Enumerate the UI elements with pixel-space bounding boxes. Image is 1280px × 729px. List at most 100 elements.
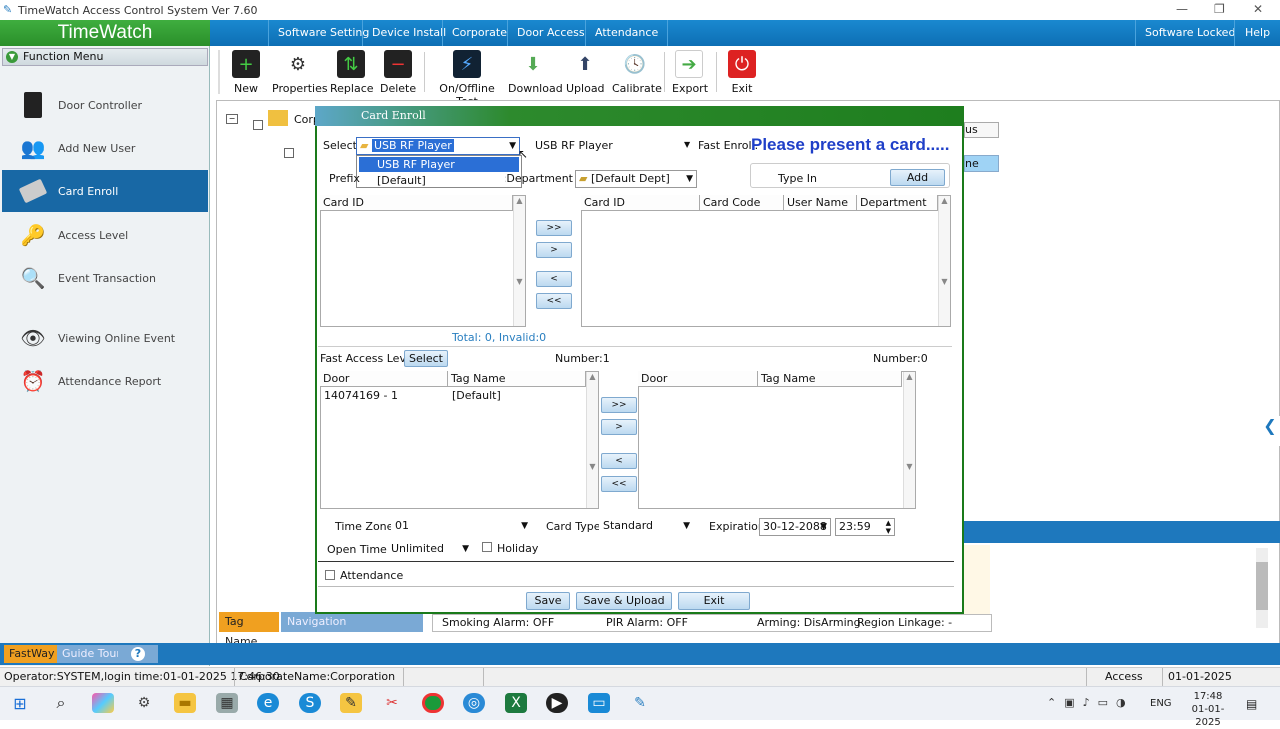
chevron-down-icon[interactable]: ▼ — [686, 171, 693, 187]
right-table-scrollbar[interactable]: ▲ ▼ — [938, 196, 950, 326]
settings-icon[interactable]: ⚙ — [133, 693, 155, 713]
app-icon[interactable]: ◎ — [463, 693, 485, 713]
expiration-date-picker[interactable]: 30-12-2088 ▼ — [759, 518, 831, 536]
exit-button[interactable]: Exit — [678, 592, 750, 610]
dropdown-option[interactable]: USB RF Player — [359, 157, 519, 172]
save-upload-button[interactable]: Save & Upload — [576, 592, 672, 610]
notes-icon[interactable]: ✎ — [340, 693, 362, 713]
calculator-icon[interactable]: ▦ — [216, 693, 238, 713]
language-indicator[interactable]: ENG — [1150, 698, 1172, 709]
nav-event-transaction[interactable]: 🔍 Event Transaction — [2, 257, 208, 299]
nav-attendance-report[interactable]: ⏰ Attendance Report — [2, 360, 208, 402]
dialog-title[interactable]: Card Enroll — [315, 106, 964, 126]
notification-icon[interactable]: ▤ — [1246, 697, 1257, 711]
chevron-down-icon[interactable]: ▼ — [509, 138, 516, 154]
menu-door-access[interactable]: Door Access — [507, 20, 594, 46]
tab-fastway[interactable]: FastWay — [4, 645, 60, 663]
nav-add-new-user[interactable]: 👥 Add New User — [2, 127, 208, 169]
tag-name-header[interactable]: Tag Name — [448, 371, 586, 387]
nav-door-controller[interactable]: Door Controller — [2, 84, 208, 126]
help-tab[interactable]: ? — [118, 645, 158, 663]
bg-scrollbar[interactable] — [1256, 548, 1268, 628]
door-right-scrollbar[interactable]: ▲ ▼ — [903, 372, 915, 508]
toolbar-upload-button[interactable]: ⬆ Upload — [566, 50, 605, 96]
search-icon[interactable]: ⌕ — [50, 693, 72, 713]
holiday-checkbox[interactable] — [482, 542, 492, 552]
edge-icon[interactable]: e — [257, 693, 279, 713]
copilot-icon[interactable] — [92, 693, 114, 713]
menu-attendance[interactable]: Attendance — [585, 20, 669, 46]
select-access-button[interactable]: Select — [404, 350, 448, 367]
card-id-header[interactable]: Card ID — [581, 195, 700, 211]
expiration-time-spinner[interactable]: 23:59 ▲ ▼ — [835, 518, 895, 536]
tray-icons[interactable]: ⌃▣♪▭◑ — [1047, 696, 1134, 709]
toolbar-export-button[interactable]: ➔ Export — [672, 50, 708, 95]
card-code-header[interactable]: Card Code — [700, 195, 784, 211]
menu-software-locked[interactable]: Software Locked — [1135, 20, 1244, 46]
menu-help[interactable]: Help — [1234, 20, 1280, 46]
chrome-icon[interactable] — [422, 693, 444, 713]
media-player-icon[interactable]: ▶ — [546, 693, 568, 713]
minimize-button[interactable]: — — [1176, 2, 1188, 16]
type-in-input[interactable] — [818, 168, 888, 185]
door-move-left-button[interactable]: < — [601, 453, 637, 469]
time-zone-select[interactable]: 01 ▼ — [391, 517, 532, 535]
nav-access-level[interactable]: 🔑 Access Level — [2, 214, 208, 256]
reader-select[interactable]: ▰ USB RF Player ▼ — [356, 137, 520, 155]
save-button[interactable]: Save — [526, 592, 570, 610]
door-row-door[interactable]: 14074169 - 1 — [324, 389, 398, 402]
bg-table-row[interactable]: ne — [964, 155, 999, 172]
tab-guide-tour[interactable]: Guide Tour — [57, 645, 126, 663]
chevron-down-icon[interactable]: ▼ — [521, 518, 528, 534]
add-button[interactable]: Add — [890, 169, 945, 186]
user-name-header[interactable]: User Name — [784, 195, 857, 211]
spinner-icon[interactable]: ▲ ▼ — [886, 519, 891, 535]
toolbar-delete-button[interactable]: − Delete — [380, 50, 416, 95]
chevron-down-icon[interactable]: ▼ — [684, 140, 690, 149]
door-move-all-left-button[interactable]: << — [601, 476, 637, 492]
door-move-all-right-button[interactable]: >> — [601, 397, 637, 413]
left-table-scrollbar[interactable]: ▲ ▼ — [513, 196, 525, 326]
side-collapse-icon[interactable]: ❮ — [1260, 416, 1280, 446]
chevron-down-icon[interactable]: ▼ — [820, 519, 827, 535]
door-header[interactable]: Door — [638, 371, 758, 387]
door-header[interactable]: Door — [320, 371, 448, 387]
nav-viewing-online-event[interactable]: 👁 Viewing Online Event — [2, 317, 208, 359]
department-header[interactable]: Department — [857, 195, 938, 211]
card-id-header[interactable]: Card ID — [320, 195, 513, 211]
app-window-icon[interactable]: ▭ — [588, 693, 610, 713]
chevron-down-icon[interactable]: ▼ — [462, 541, 469, 557]
toolbar-calibrate-button[interactable]: 🕓 Calibrate — [612, 50, 662, 96]
open-times-select[interactable]: Unlimited ▼ — [387, 540, 473, 558]
dropdown-option[interactable]: [Default] — [359, 173, 519, 188]
tree-collapse-icon[interactable]: − — [226, 114, 238, 124]
move-all-left-button[interactable]: << — [536, 293, 572, 309]
door-row-tag[interactable]: [Default] — [452, 389, 501, 402]
toolbar-exit-button[interactable]: ⏻ Exit — [728, 50, 756, 95]
move-all-right-button[interactable]: >> — [536, 220, 572, 236]
reader-type-select[interactable]: USB RF Player — [535, 139, 613, 152]
tab-navigation[interactable]: Navigation — [281, 612, 423, 632]
tag-name-header[interactable]: Tag Name — [758, 371, 902, 387]
windows-start-icon[interactable]: ⊞ — [9, 693, 31, 713]
move-right-button[interactable]: > — [536, 242, 572, 258]
maximize-button[interactable]: ❐ — [1214, 2, 1225, 16]
move-left-button[interactable]: < — [536, 271, 572, 287]
door-left-scrollbar[interactable]: ▲ ▼ — [586, 372, 598, 508]
toolbar-download-button[interactable]: ⬇ Download — [508, 50, 563, 96]
function-menu-header[interactable]: ▼ Function Menu — [2, 48, 208, 66]
menu-corporate[interactable]: Corporate — [442, 20, 516, 46]
nav-card-enroll[interactable]: Card Enroll — [2, 170, 208, 212]
toolbar-replace-button[interactable]: ⇅ Replace — [330, 50, 374, 95]
card-type-select[interactable]: Standard ▼ — [599, 517, 694, 535]
clock[interactable]: 17:48 01-01-2025 — [1180, 690, 1236, 729]
department-select[interactable]: ▰ [Default Dept] ▼ — [575, 170, 697, 188]
tree-checkbox[interactable] — [253, 120, 263, 130]
snipping-icon[interactable]: ✂ — [381, 693, 403, 713]
timewatch-taskbar-icon[interactable]: ✎ — [629, 693, 651, 713]
excel-icon[interactable]: X — [505, 693, 527, 713]
collapse-icon[interactable]: ▼ — [6, 51, 18, 63]
chevron-down-icon[interactable]: ▼ — [683, 518, 690, 534]
skype-icon[interactable]: S — [299, 693, 321, 713]
close-button[interactable]: ✕ — [1253, 2, 1263, 16]
